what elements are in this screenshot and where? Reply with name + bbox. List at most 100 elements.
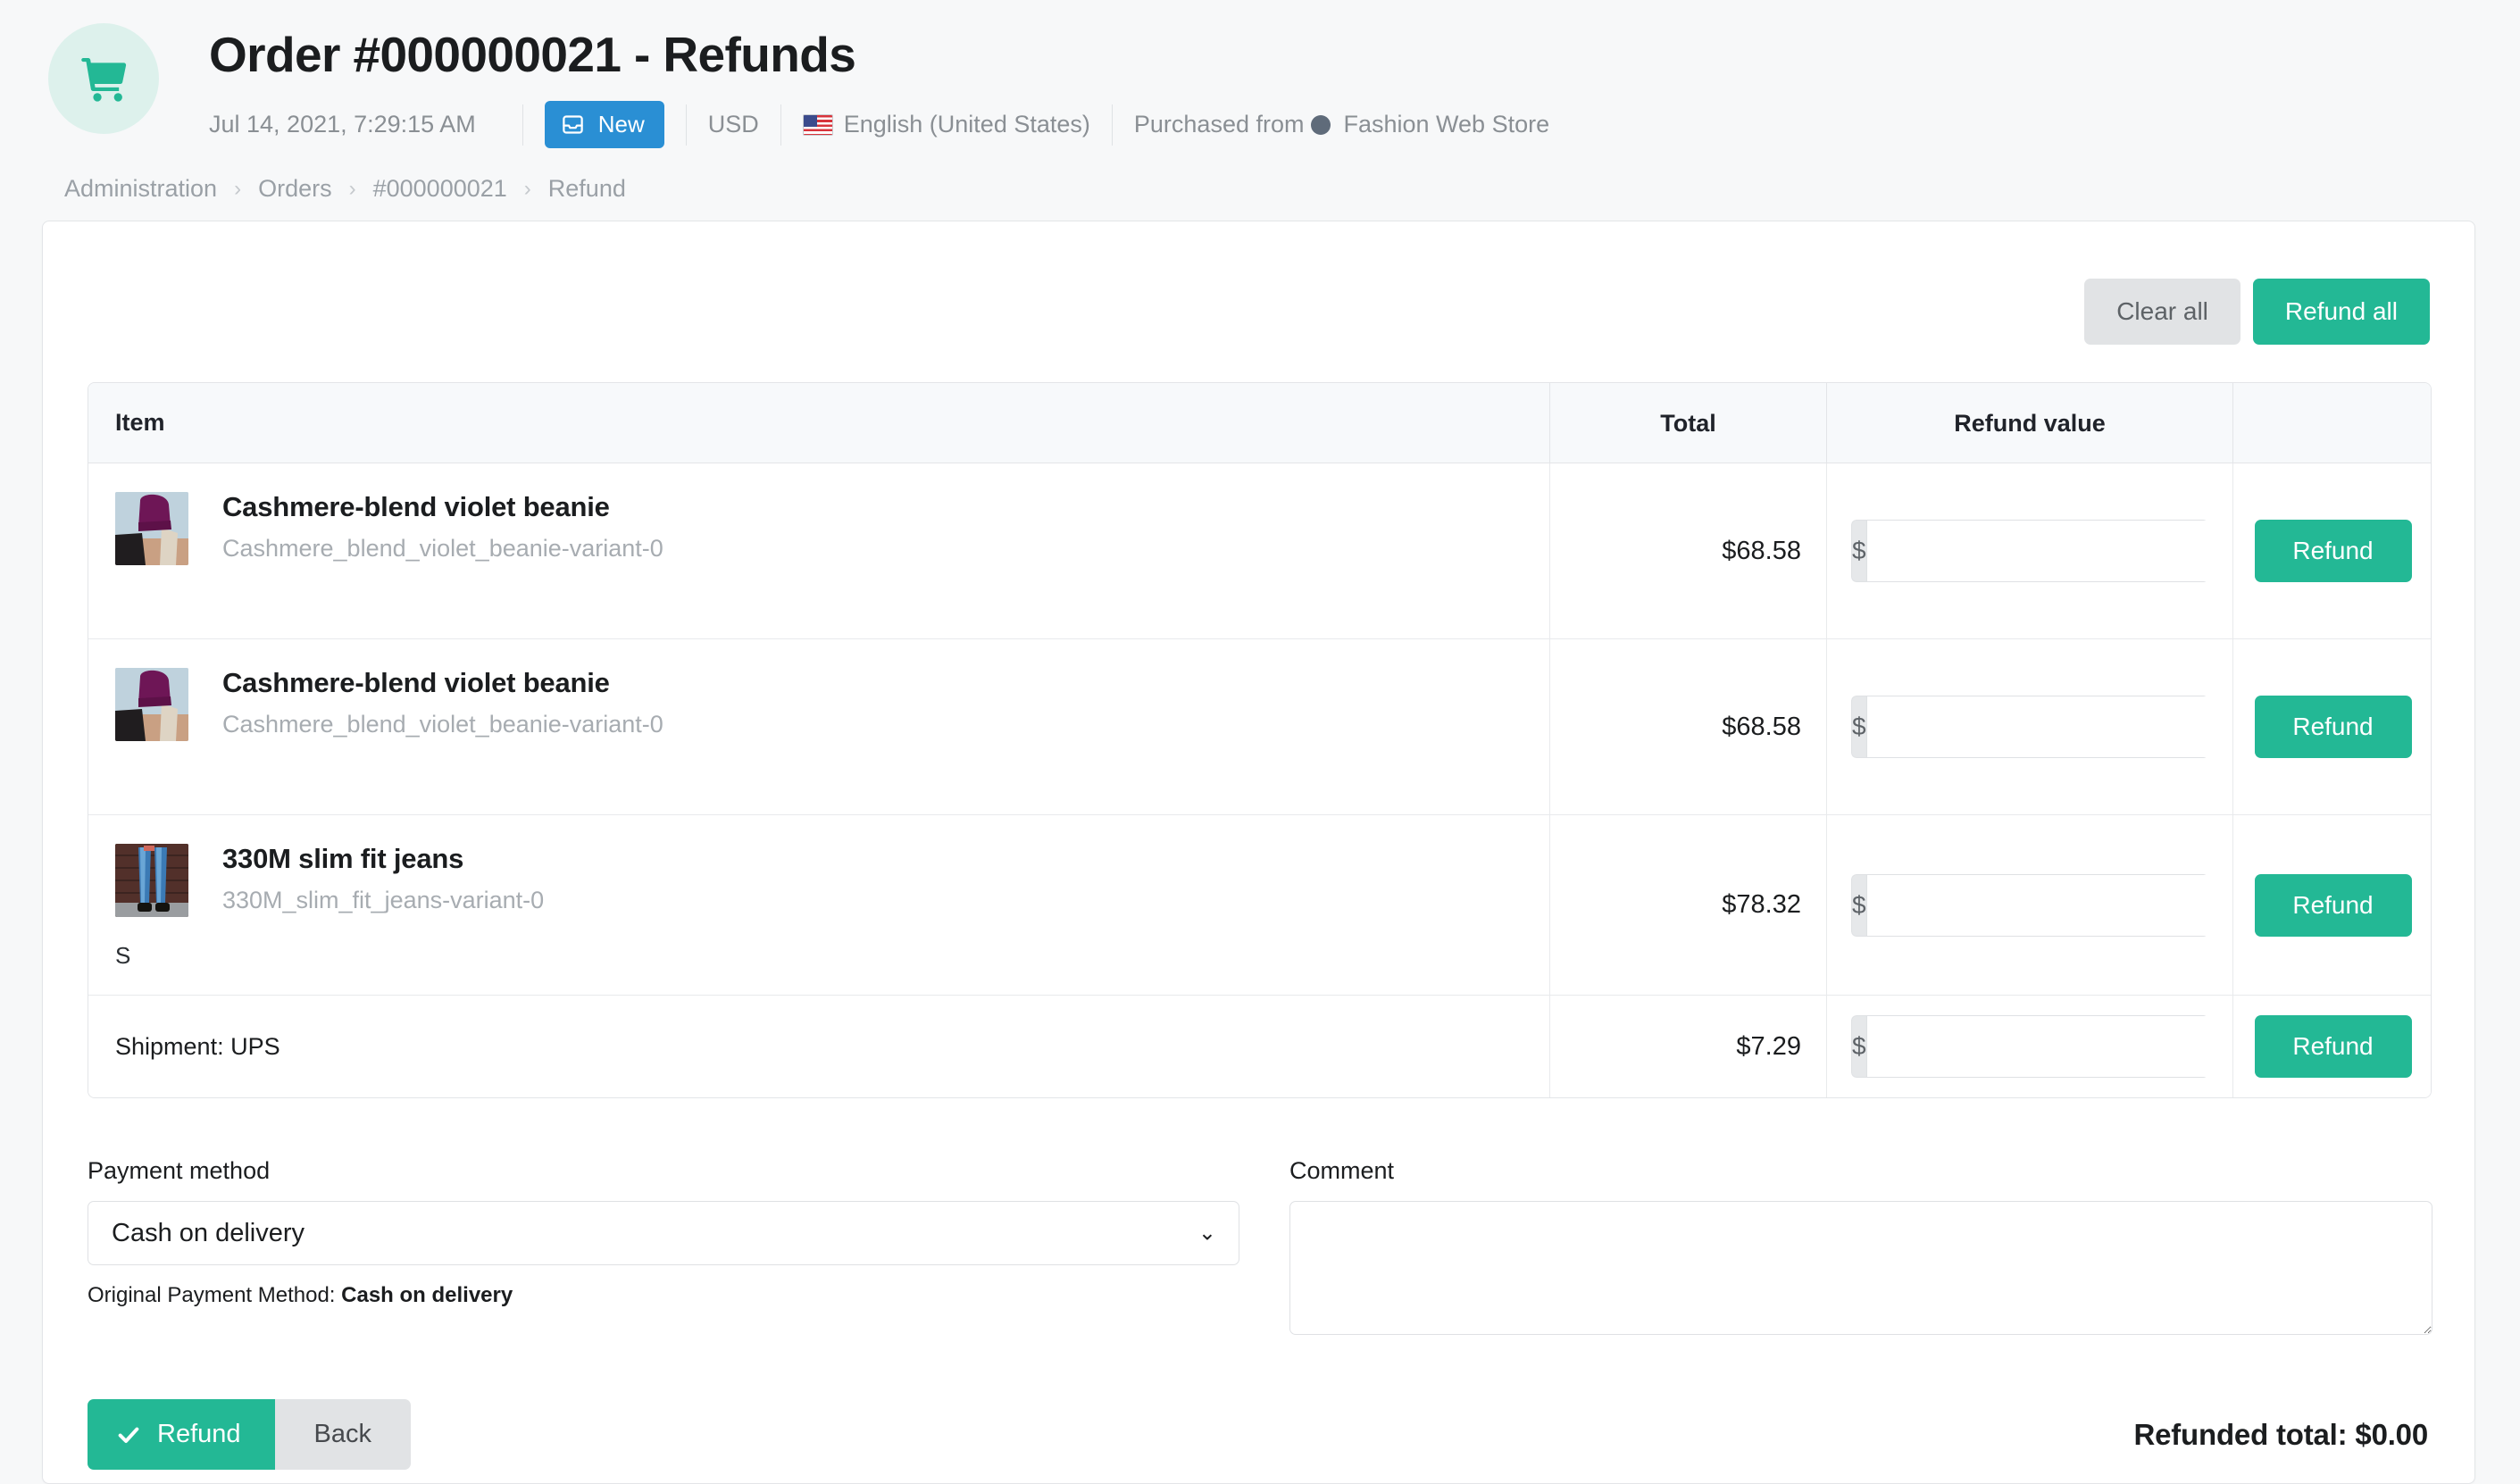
item-name: 330M slim fit jeans bbox=[222, 843, 464, 874]
inbox-icon bbox=[561, 113, 585, 137]
clear-all-button[interactable]: Clear all bbox=[2084, 279, 2240, 345]
meta-divider bbox=[685, 104, 687, 146]
refund-all-button[interactable]: Refund all bbox=[2252, 279, 2430, 345]
item-refund-value-cell: $ bbox=[1826, 639, 2232, 814]
item-total: $68.58 bbox=[1722, 536, 1801, 565]
refund-items-table: Item Total Refund value Cashmere-blend v… bbox=[88, 382, 2432, 1098]
currency-prefix: $ bbox=[1851, 696, 1866, 758]
footer-actions: Refund Back Refunded total: $0.00 bbox=[88, 1399, 2430, 1470]
column-header-refund-value: Refund value bbox=[1826, 383, 2232, 463]
meta-divider bbox=[522, 104, 523, 146]
shopping-cart-icon bbox=[76, 51, 131, 106]
item-refund-value-cell: $ bbox=[1826, 815, 2232, 995]
breadcrumb-item-administration[interactable]: Administration bbox=[64, 175, 217, 203]
payment-method-label: Payment method bbox=[88, 1157, 271, 1184]
header-text-block: Order #000000021 - Refunds Jul 14, 2021,… bbox=[209, 20, 1550, 149]
us-flag-icon bbox=[802, 113, 833, 136]
row-refund-button[interactable]: Refund bbox=[2254, 696, 2412, 758]
header-main: Order #000000021 - Refunds Jul 14, 2021,… bbox=[0, 20, 2520, 149]
order-date: Jul 14, 2021, 7:29:15 AM bbox=[209, 111, 476, 138]
breadcrumb-item-orders[interactable]: Orders bbox=[258, 175, 332, 203]
breadcrumb: Administration › Orders › #000000021 › R… bbox=[0, 175, 2520, 203]
top-actions: Clear all Refund all bbox=[88, 263, 2430, 345]
item-option: S bbox=[115, 942, 131, 969]
comment-textarea[interactable] bbox=[1289, 1201, 2432, 1335]
item-name: Cashmere-blend violet beanie bbox=[222, 491, 610, 522]
table-row: Cashmere-blend violet beanie Cashmere_bl… bbox=[88, 463, 2431, 639]
chevron-right-icon: › bbox=[234, 176, 242, 201]
submit-refund-label: Refund bbox=[157, 1420, 241, 1448]
breadcrumb-item-refund: Refund bbox=[547, 175, 626, 203]
item-total-cell: $68.58 bbox=[1549, 463, 1826, 638]
currency-prefix: $ bbox=[1851, 873, 1866, 937]
meta-divider bbox=[1111, 104, 1113, 146]
column-header-item: Item bbox=[115, 409, 165, 436]
shipment-refund-value-input[interactable] bbox=[1865, 1015, 2208, 1078]
item-action-cell: Refund bbox=[2232, 639, 2431, 814]
shipment-label: Shipment: UPS bbox=[115, 1032, 280, 1060]
original-payment-method: Original Payment Method: Cash on deliver… bbox=[88, 1283, 1239, 1308]
payment-method-field: Payment method Cash on delivery ⌄ Origin… bbox=[88, 1157, 1239, 1335]
shipment-refund-button[interactable]: Refund bbox=[2254, 1015, 2412, 1078]
store-dot-icon bbox=[1311, 114, 1331, 135]
shipment-action-cell: Refund bbox=[2232, 996, 2431, 1097]
comment-field: Comment bbox=[1289, 1157, 2432, 1335]
currency-prefix: $ bbox=[1851, 1015, 1866, 1078]
row-refund-button[interactable]: Refund bbox=[2254, 520, 2412, 582]
row-refund-button[interactable]: Refund bbox=[2254, 873, 2412, 937]
meta-divider bbox=[780, 104, 781, 146]
footer-button-group: Refund Back bbox=[88, 1399, 411, 1470]
item-sku: 330M_slim_fit_jeans-variant-0 bbox=[222, 886, 545, 913]
refund-value-input[interactable] bbox=[1865, 520, 2208, 582]
submit-refund-button[interactable]: Refund bbox=[88, 1399, 275, 1470]
store-name: Fashion Web Store bbox=[1343, 111, 1550, 138]
item-total-cell: $78.32 bbox=[1549, 815, 1826, 995]
order-meta-row: Jul 14, 2021, 7:29:15 AM New USD English… bbox=[209, 101, 1550, 149]
original-payment-method-prefix: Original Payment Method: bbox=[88, 1283, 342, 1307]
item-cell: 330M slim fit jeans 330M_slim_fit_jeans-… bbox=[88, 815, 1549, 995]
refund-value-input[interactable] bbox=[1865, 873, 2208, 937]
item-cell: Cashmere-blend violet beanie Cashmere_bl… bbox=[88, 639, 1549, 814]
product-thumbnail bbox=[115, 668, 188, 741]
table-row: Cashmere-blend violet beanie Cashmere_bl… bbox=[88, 639, 2431, 815]
order-currency: USD bbox=[707, 111, 759, 138]
item-total: $78.32 bbox=[1722, 890, 1801, 919]
item-action-cell: Refund bbox=[2232, 463, 2431, 638]
back-button[interactable]: Back bbox=[274, 1399, 411, 1470]
table-row: 330M slim fit jeans 330M_slim_fit_jeans-… bbox=[88, 815, 2431, 996]
breadcrumb-item-order-number[interactable]: #000000021 bbox=[373, 175, 507, 203]
shipment-total: $7.29 bbox=[1736, 1031, 1801, 1061]
status-badge: New bbox=[544, 101, 664, 149]
chevron-right-icon: › bbox=[523, 176, 531, 201]
item-action-cell: Refund bbox=[2232, 815, 2431, 995]
page-header: Order #000000021 - Refunds Jul 14, 2021,… bbox=[0, 0, 2520, 211]
check-icon bbox=[116, 1422, 141, 1447]
page-title: Order #000000021 - Refunds bbox=[209, 27, 856, 82]
refund-value-input[interactable] bbox=[1865, 696, 2208, 758]
order-locale: English (United States) bbox=[843, 111, 1090, 138]
comment-label: Comment bbox=[1289, 1157, 1395, 1184]
purchased-from-label: Purchased from bbox=[1133, 111, 1305, 138]
column-header-total: Total bbox=[1549, 383, 1826, 463]
item-sku: Cashmere_blend_violet_beanie-variant-0 bbox=[222, 710, 663, 738]
chevron-right-icon: › bbox=[348, 176, 356, 201]
item-name: Cashmere-blend violet beanie bbox=[222, 667, 610, 698]
shipment-refund-value-cell: $ bbox=[1826, 996, 2232, 1097]
item-sku: Cashmere_blend_violet_beanie-variant-0 bbox=[222, 534, 663, 562]
item-total-cell: $68.58 bbox=[1549, 639, 1826, 814]
product-thumbnail bbox=[115, 844, 188, 917]
payment-method-select[interactable]: Cash on delivery bbox=[88, 1201, 1239, 1265]
form-section: Payment method Cash on delivery ⌄ Origin… bbox=[88, 1157, 2432, 1335]
product-thumbnail bbox=[115, 492, 188, 565]
shipment-total-cell: $7.29 bbox=[1549, 996, 1826, 1097]
item-cell: Cashmere-blend violet beanie Cashmere_bl… bbox=[88, 463, 1549, 638]
shipment-row: Shipment: UPS $7.29 $ Refund bbox=[88, 996, 2431, 1097]
refunds-page: Order #000000021 - Refunds Jul 14, 2021,… bbox=[0, 0, 2520, 1484]
refunded-total: Refunded total: $0.00 bbox=[2133, 1417, 2428, 1451]
refund-card: Clear all Refund all Item Total Refund v… bbox=[42, 221, 2475, 1484]
column-header-actions bbox=[2232, 383, 2431, 463]
item-total: $68.58 bbox=[1722, 712, 1801, 741]
currency-prefix: $ bbox=[1851, 520, 1866, 582]
store-logo bbox=[48, 23, 159, 134]
status-badge-label: New bbox=[597, 111, 645, 138]
